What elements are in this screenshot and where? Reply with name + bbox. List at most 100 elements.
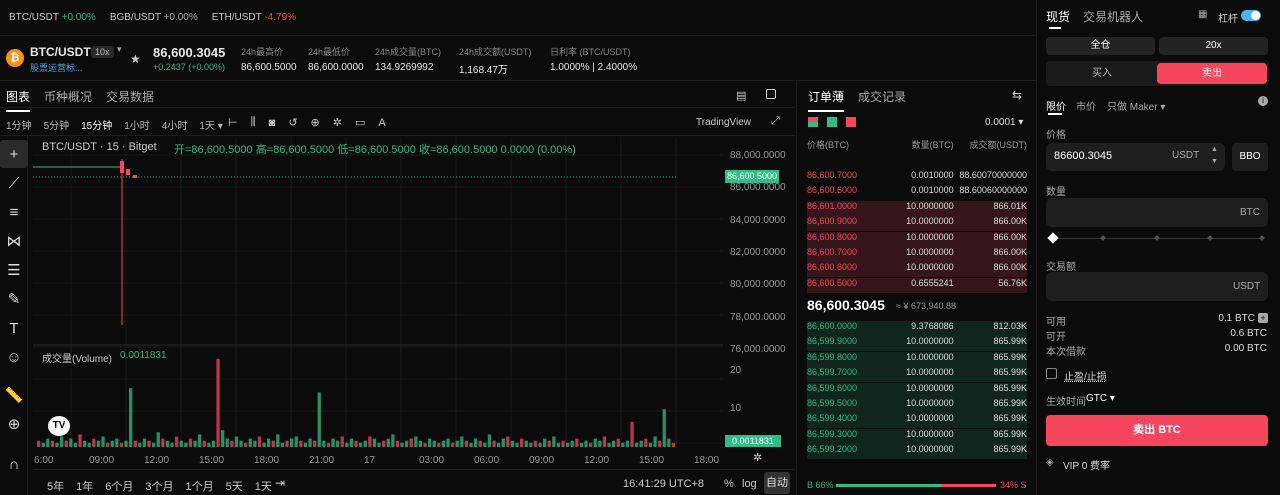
- range-option[interactable]: 5年: [47, 478, 64, 494]
- interval-option[interactable]: 4小时: [162, 117, 188, 132]
- fib-icon[interactable]: ☰: [0, 256, 28, 284]
- ask-row[interactable]: 86,600.6000 10.0000000 866.00K: [807, 262, 1027, 278]
- ticker-item[interactable]: BGB/USDT +0.00%: [110, 12, 198, 23]
- ruler-icon[interactable]: 📏: [0, 381, 28, 409]
- layout-asks-icon[interactable]: [846, 117, 856, 127]
- pair-subtitle[interactable]: 股票运营标...: [30, 61, 83, 74]
- clock[interactable]: 16:41:29 UTC+8: [623, 478, 704, 490]
- info-icon[interactable]: i: [1258, 96, 1268, 106]
- stepper-icon[interactable]: ▲ ▼: [1211, 144, 1218, 168]
- interval-option[interactable]: 1分钟: [6, 117, 32, 132]
- interval-option[interactable]: 5分钟: [44, 117, 70, 132]
- layout-both-icon[interactable]: [808, 117, 818, 127]
- range-option[interactable]: 1天: [255, 478, 272, 494]
- orderbook-tab[interactable]: 订单薄: [808, 88, 845, 112]
- ask-row[interactable]: 86,600.8000 10.0000000 866.00K: [807, 231, 1027, 247]
- ask-row[interactable]: 86,600.5000 0.6555241 56.76K: [807, 277, 1027, 293]
- time-settings-icon[interactable]: ✲: [753, 451, 762, 464]
- order-type-maker[interactable]: 只做 Maker ▾: [1107, 98, 1165, 113]
- template-icon[interactable]: ▭: [355, 116, 365, 129]
- range-option[interactable]: 5天: [226, 478, 243, 494]
- price-chart[interactable]: [33, 137, 795, 457]
- bid-row[interactable]: 86,599.5000 10.0000000 865.99K: [807, 398, 1027, 413]
- leverage-button[interactable]: 20x: [1159, 37, 1268, 55]
- ask-row[interactable]: 86,601.0000 10.0000000 866.01K: [807, 200, 1027, 216]
- pair-name[interactable]: BTC/USDT: [30, 45, 91, 59]
- chart-tab[interactable]: 图表: [6, 88, 31, 112]
- orderbook-settings-icon[interactable]: ⇆: [1012, 88, 1022, 102]
- bid-row[interactable]: 86,599.2000 10.0000000 865.99K: [807, 444, 1027, 460]
- order-type-market[interactable]: 市价: [1076, 98, 1096, 113]
- parallel-lines-icon[interactable]: ≡: [0, 198, 28, 226]
- leverage-toggle[interactable]: [1241, 10, 1261, 21]
- log-toggle[interactable]: log: [742, 478, 757, 490]
- camera-icon[interactable]: ◙: [269, 117, 276, 129]
- qty-input[interactable]: [1046, 198, 1268, 227]
- bid-row[interactable]: 86,599.3000 10.0000000 865.99K: [807, 428, 1027, 444]
- expand-icon[interactable]: ⤢: [771, 115, 780, 128]
- interval-option[interactable]: 15分钟: [81, 117, 112, 132]
- magnet-icon[interactable]: ∩: [0, 450, 28, 478]
- zoom-in-icon[interactable]: ⊕: [0, 410, 28, 438]
- slider-step[interactable]: [1154, 235, 1160, 241]
- slider-step[interactable]: [1259, 235, 1265, 241]
- submit-sell-button[interactable]: 卖出 BTC: [1046, 415, 1268, 446]
- bbo-button[interactable]: BBO: [1232, 143, 1268, 171]
- chart-tab[interactable]: 交易数据: [106, 88, 154, 105]
- range-option[interactable]: 1个月: [186, 478, 214, 494]
- bid-row[interactable]: 86,599.8000 10.0000000 865.99K: [807, 351, 1027, 367]
- text-tool-icon[interactable]: T: [0, 314, 28, 342]
- vip-fee-link[interactable]: VIP 0 费率: [1063, 457, 1110, 472]
- sell-tab[interactable]: 卖出: [1157, 63, 1267, 84]
- interval-option[interactable]: 1小时: [124, 117, 150, 132]
- interval-option[interactable]: 1天 ▾: [199, 117, 222, 132]
- trendline-icon[interactable]: ⟋: [0, 169, 28, 197]
- ask-row[interactable]: 86,600.7000 10.0000000 866.00K: [807, 247, 1027, 262]
- buy-tab[interactable]: 买入: [1048, 63, 1156, 84]
- tradingview-switch[interactable]: TradingView: [696, 117, 751, 128]
- document-icon[interactable]: ▤: [736, 89, 746, 102]
- margin-mode-button[interactable]: 全仓: [1046, 37, 1155, 55]
- ask-row[interactable]: 86,600.9000 10.0000000 866.00K: [807, 216, 1027, 232]
- favorite-star-icon[interactable]: ★: [130, 52, 141, 66]
- auto-toggle[interactable]: 自动: [764, 472, 790, 494]
- transfer-icon[interactable]: +: [1258, 313, 1268, 323]
- fullscreen-icon[interactable]: [766, 89, 776, 99]
- slider-step[interactable]: [1100, 235, 1106, 241]
- order-type-limit[interactable]: 限价: [1046, 98, 1066, 113]
- slider-step[interactable]: [1207, 235, 1213, 241]
- layout-bids-icon[interactable]: [827, 117, 837, 127]
- add-indicator-icon[interactable]: ⊕: [311, 116, 320, 129]
- tab-spot[interactable]: 现货: [1046, 8, 1070, 25]
- tif-select[interactable]: GTC ▾: [1086, 393, 1115, 404]
- percent-toggle[interactable]: %: [724, 478, 734, 490]
- range-option[interactable]: 6个月: [105, 478, 133, 494]
- ticker-item[interactable]: BTC/USDT +0.00%: [9, 12, 96, 23]
- ask-row[interactable]: 86,600.6000 0.0010000 88.60060000000: [807, 185, 1027, 200]
- orderbook-tab[interactable]: 成交记录: [858, 88, 906, 105]
- slider-handle[interactable]: [1047, 232, 1059, 244]
- bid-row[interactable]: 86,600.0000 9.3768086 812.03K: [807, 321, 1027, 336]
- bid-row[interactable]: 86,599.9000 10.0000000 865.99K: [807, 336, 1027, 352]
- undo-icon[interactable]: ↺: [288, 116, 297, 129]
- precision-select[interactable]: 0.0001 ▾: [985, 117, 1023, 128]
- calc-icon[interactable]: ▦: [1198, 9, 1207, 20]
- range-option[interactable]: 3个月: [145, 478, 173, 494]
- pattern-icon[interactable]: ⋈: [0, 227, 28, 255]
- ask-row[interactable]: 86,600.7000 0.0010000 88.60070000000: [807, 170, 1027, 185]
- bid-row[interactable]: 86,599.6000 10.0000000 865.99K: [807, 382, 1027, 398]
- tpsl-checkbox[interactable]: [1046, 368, 1057, 379]
- emoji-icon[interactable]: ☺: [0, 343, 28, 371]
- bid-row[interactable]: 86,599.7000 10.0000000 865.99K: [807, 367, 1027, 383]
- candle-type-icon[interactable]: ⫼: [251, 116, 256, 129]
- crosshair-icon[interactable]: +: [0, 140, 28, 168]
- date-range-icon[interactable]: ⇥: [275, 476, 285, 490]
- settings-gear-icon[interactable]: ✲: [333, 116, 342, 129]
- chevron-down-icon[interactable]: ▾: [117, 44, 122, 55]
- text-size-icon[interactable]: A: [378, 117, 385, 129]
- range-option[interactable]: 1年: [76, 478, 93, 494]
- compare-icon[interactable]: ⊢: [228, 116, 238, 129]
- ticker-item[interactable]: ETH/USDT -4.79%: [212, 12, 296, 23]
- bid-row[interactable]: 86,599.4000 10.0000000 865.99K: [807, 413, 1027, 429]
- tab-bots[interactable]: 交易机器人: [1083, 8, 1143, 25]
